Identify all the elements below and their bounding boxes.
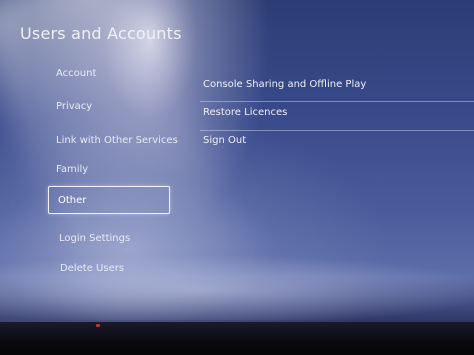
sidebar-item-other[interactable]: Other: [48, 186, 170, 214]
sidebar-item-other-label: Other: [58, 195, 87, 206]
sidebar-item-privacy[interactable]: Privacy: [56, 101, 92, 112]
sidebar-item-family[interactable]: Family: [56, 164, 88, 175]
option-console-sharing[interactable]: Console Sharing and Offline Play: [203, 79, 366, 90]
option-sign-out[interactable]: Sign Out: [203, 135, 246, 146]
light-glare-lower: [0, 250, 474, 320]
tv-bezel: [0, 322, 474, 355]
option-divider: [200, 101, 474, 102]
sidebar-item-link-services[interactable]: Link with Other Services: [56, 135, 178, 146]
tv-screen: Users and Accounts Account Privacy Link …: [0, 0, 474, 355]
option-restore-licences[interactable]: Restore Licences: [203, 107, 287, 118]
sidebar-item-account[interactable]: Account: [56, 68, 96, 79]
page-title: Users and Accounts: [20, 24, 182, 43]
option-divider: [200, 130, 474, 131]
sidebar-item-login-settings[interactable]: Login Settings: [59, 233, 130, 244]
sidebar-item-delete-users[interactable]: Delete Users: [60, 263, 124, 274]
power-indicator: [96, 324, 100, 327]
